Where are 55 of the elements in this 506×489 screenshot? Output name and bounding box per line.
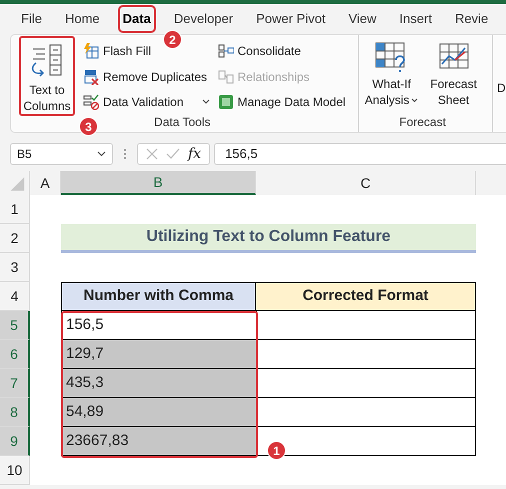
table-cell: 435,3 xyxy=(61,369,256,398)
text-to-columns-icon xyxy=(30,43,64,79)
enter-check-icon[interactable] xyxy=(166,148,180,160)
group-label: Data Tools xyxy=(154,115,211,129)
step-badge: 2 xyxy=(163,30,182,49)
ribbon-tab[interactable]: Power Pivot xyxy=(253,7,328,31)
name-box[interactable]: B5 xyxy=(10,143,113,165)
row-header[interactable]: 8 xyxy=(0,398,30,427)
chevron-down-icon xyxy=(97,151,106,157)
ribbon-command[interactable]: Forecast Sheet xyxy=(426,36,481,113)
ribbon-tab[interactable]: File xyxy=(18,7,45,31)
group-label: Forecast xyxy=(399,115,446,129)
formula-input[interactable]: 156,5 xyxy=(214,143,506,165)
chevron-down-icon xyxy=(411,98,418,102)
ribbon-tab[interactable]: View xyxy=(345,7,380,31)
text-to-columns-button[interactable]: Text to Columns xyxy=(19,36,75,116)
ribbon-command[interactable]: What-If Analysis xyxy=(364,36,419,113)
insert-function-button[interactable]: fx xyxy=(188,144,202,164)
more-options-icon xyxy=(123,148,127,160)
table-cell: 129,7 xyxy=(61,340,256,369)
chevron-down-icon xyxy=(202,99,210,106)
row-header[interactable]: 1 xyxy=(0,195,30,224)
remove-duplicates-icon xyxy=(83,68,99,84)
row-header[interactable]: 7 xyxy=(0,369,30,398)
column-header[interactable]: B xyxy=(61,171,256,195)
ribbon-tab[interactable]: Data xyxy=(120,7,154,31)
ribbon-command[interactable]: Consolidate xyxy=(218,40,346,62)
data-model-icon xyxy=(218,94,234,110)
row-header[interactable]: 6 xyxy=(0,340,30,369)
flash-fill-icon xyxy=(83,42,99,59)
row-header[interactable]: 4 xyxy=(0,282,30,311)
table-cell: 54,89 xyxy=(61,398,256,427)
ribbon-tab[interactable]: Developer xyxy=(170,7,236,31)
cancel-icon[interactable] xyxy=(146,148,158,160)
table-cell: 156,5 xyxy=(61,311,256,340)
row-header[interactable]: 5 xyxy=(0,311,30,340)
column-header[interactable]: C xyxy=(256,171,476,195)
ribbon-command[interactable]: Remove Duplicates xyxy=(83,66,210,88)
row-header[interactable]: 3 xyxy=(0,253,30,282)
row-header[interactable]: 9 xyxy=(0,427,30,456)
data-validation-icon xyxy=(83,94,99,110)
table-header-cell: Corrected Format xyxy=(256,282,476,311)
consolidate-icon xyxy=(218,42,234,59)
ribbon-command[interactable]: Data Validation xyxy=(83,91,210,114)
ribbon-tab[interactable]: Revie xyxy=(452,7,492,31)
table-cell: 23667,83 xyxy=(61,427,256,456)
ribbon-command[interactable]: Manage Data Model xyxy=(218,91,346,114)
ribbon-label: D xyxy=(497,81,506,95)
ribbon-tab[interactable]: Home xyxy=(62,7,103,31)
sheet-title: Utilizing Text to Column Feature xyxy=(61,224,476,253)
table-header-cell: Number with Comma xyxy=(61,282,256,311)
ribbon-tab[interactable]: Insert xyxy=(396,7,435,31)
relationships-icon xyxy=(218,68,234,84)
row-header[interactable]: 2 xyxy=(0,224,30,253)
row-header[interactable]: 10 xyxy=(0,456,30,485)
